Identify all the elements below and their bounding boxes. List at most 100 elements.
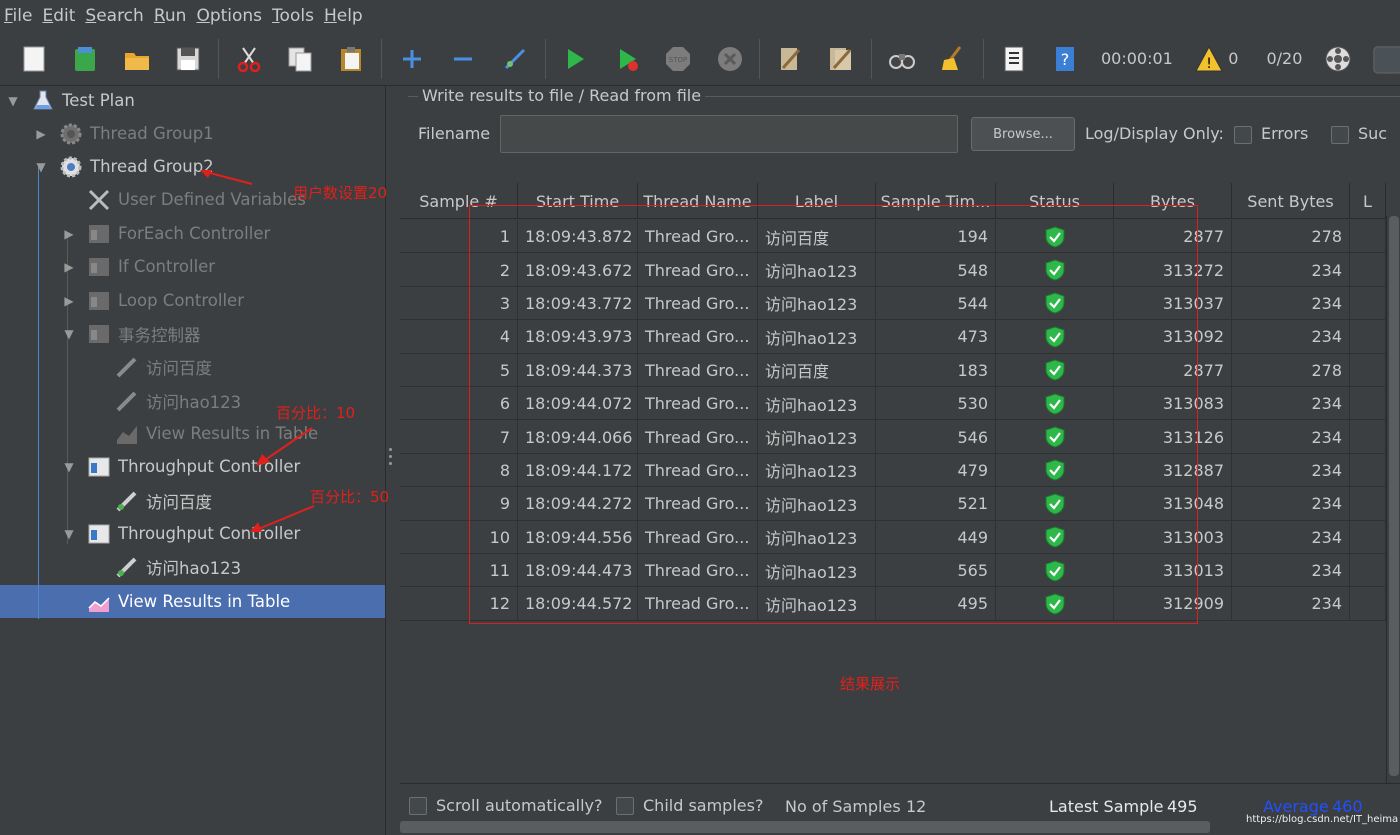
start-icon[interactable] [557,41,592,77]
tree-item-if-controller[interactable]: ▶ If Controller [62,250,215,283]
filename-input[interactable] [500,115,958,153]
toolbar: STOP ? 00:00:01 ! 0 0/20 [0,32,1400,86]
tree-guide-line [38,166,39,619]
errors-checkbox[interactable] [1234,126,1252,144]
tree-item-view-results-table-selected[interactable]: View Results in Table [86,585,290,618]
splitter-handle[interactable] [389,448,393,472]
table-cell [1350,253,1386,287]
tree-label: Test Plan [62,91,135,110]
new-icon[interactable] [16,41,51,77]
menu-help[interactable]: Help [324,6,363,26]
cut-icon[interactable] [231,41,266,77]
svg-text:!: ! [1206,56,1212,72]
expand-icon[interactable] [394,41,429,77]
pipette-icon [114,488,140,514]
annotation-result: 结果展示 [840,675,901,693]
reset-search-icon[interactable] [936,41,971,77]
flask-icon [30,88,56,114]
collapse-arrow-icon[interactable]: ▼ [62,460,76,474]
table-cell: 234 [1232,420,1350,454]
menu-options[interactable]: Options [196,6,262,26]
menu-tools[interactable]: Tools [272,6,314,26]
watermark: https://blog.csdn.net/IT_heima [1246,814,1399,825]
remote-icon[interactable] [1320,41,1355,77]
controller-icon [86,321,112,347]
warning-icon[interactable]: ! [1191,41,1226,77]
toggle-icon[interactable] [497,41,532,77]
function-helper-icon[interactable] [996,41,1031,77]
stop-icon[interactable]: STOP [660,41,695,77]
expand-arrow-icon[interactable]: ▶ [62,260,76,274]
vertical-scrollbar[interactable] [1386,216,1400,816]
table-cell: 234 [1232,587,1350,621]
column-header[interactable]: L [1350,183,1386,219]
open-icon[interactable] [119,41,154,77]
child-samples-checkbox[interactable] [616,797,634,815]
menu-edit[interactable]: Edit [42,6,75,26]
search-icon[interactable] [884,41,919,77]
templates-icon[interactable] [67,41,102,77]
menu-search[interactable]: Search [85,6,143,26]
tree-item-thread-group2[interactable]: ▼ Thread Group2 [34,150,214,183]
svg-text:?: ? [1061,50,1070,69]
successes-checkbox[interactable] [1331,126,1349,144]
browse-button[interactable]: Browse... [971,117,1075,151]
pipette-icon [114,388,140,414]
svg-text:STOP: STOP [669,56,687,64]
expand-arrow-icon[interactable]: ▶ [62,294,76,308]
controller-icon [86,521,112,547]
annotation-percent-10: 百分比：10 [276,404,356,422]
table-cell: 234 [1232,487,1350,521]
tree-item-sampler[interactable]: 访问百度 [114,350,212,383]
menu-run[interactable]: Run [154,6,187,26]
tree-item-test-plan[interactable]: ▼ Test Plan [6,84,135,117]
tree-label: 事务控制器 [118,325,201,345]
tree-item-sampler[interactable]: 访问百度 [114,484,212,517]
warning-count: 0 [1228,49,1239,68]
controller-icon [86,221,112,247]
tree-label: Thread Group1 [90,124,214,143]
tree-item-loop-controller[interactable]: ▶ Loop Controller [62,284,244,317]
start-no-pause-icon[interactable] [609,41,644,77]
tree-label: Thread Group2 [90,157,214,176]
table-cell [1350,487,1386,521]
paste-icon[interactable] [334,41,369,77]
table-cell: 234 [1232,553,1350,588]
table-cell: 278 [1232,353,1350,387]
table-cell [1350,453,1386,488]
toolbar-separator [381,38,383,79]
toolbar-overflow-icon[interactable] [1372,41,1400,77]
errors-label: Errors [1261,124,1309,143]
successes-label: Suc [1358,124,1388,143]
scrollbar-thumb[interactable] [1389,216,1399,776]
tree-item-user-defined-variables[interactable]: User Defined Variables [86,183,306,216]
menu-bar: File Edit Search Run Options Tools Help [0,0,1400,32]
collapse-arrow-icon[interactable]: ▼ [6,94,20,108]
tree-item-sampler[interactable]: 访问hao123 [114,550,241,583]
tree-item-sampler[interactable]: 访问hao123 [114,384,241,417]
shutdown-icon[interactable] [712,41,747,77]
save-icon[interactable] [170,41,205,77]
help-icon[interactable]: ? [1048,41,1083,77]
expand-arrow-icon[interactable]: ▶ [62,227,76,241]
column-header[interactable]: Sent Bytes [1232,183,1350,219]
collapse-icon[interactable] [446,41,481,77]
toolbar-separator [871,38,873,79]
expand-arrow-icon[interactable]: ▶ [34,127,48,141]
copy-icon[interactable] [282,41,317,77]
tree-item-thread-group1[interactable]: ▶ Thread Group1 [34,117,214,150]
tree-item-transaction-controller[interactable]: ▼ 事务控制器 [62,317,201,350]
clear-icon[interactable] [772,41,807,77]
scroll-auto-checkbox[interactable] [409,797,427,815]
tree-item-foreach-controller[interactable]: ▶ ForEach Controller [62,217,270,250]
clear-all-icon[interactable] [824,41,859,77]
tree-label: Loop Controller [118,291,244,310]
latest-sample-value: 495 [1167,797,1198,816]
collapse-arrow-icon[interactable]: ▼ [62,327,76,341]
menu-file[interactable]: File [4,6,32,26]
horizontal-scrollbar[interactable] [400,821,1210,833]
collapse-arrow-icon[interactable]: ▼ [62,527,76,541]
annotation-users: 用户数设置20 [293,184,388,202]
no-samples-label: No of Samples [785,797,901,816]
collapse-arrow-icon[interactable]: ▼ [34,160,48,174]
